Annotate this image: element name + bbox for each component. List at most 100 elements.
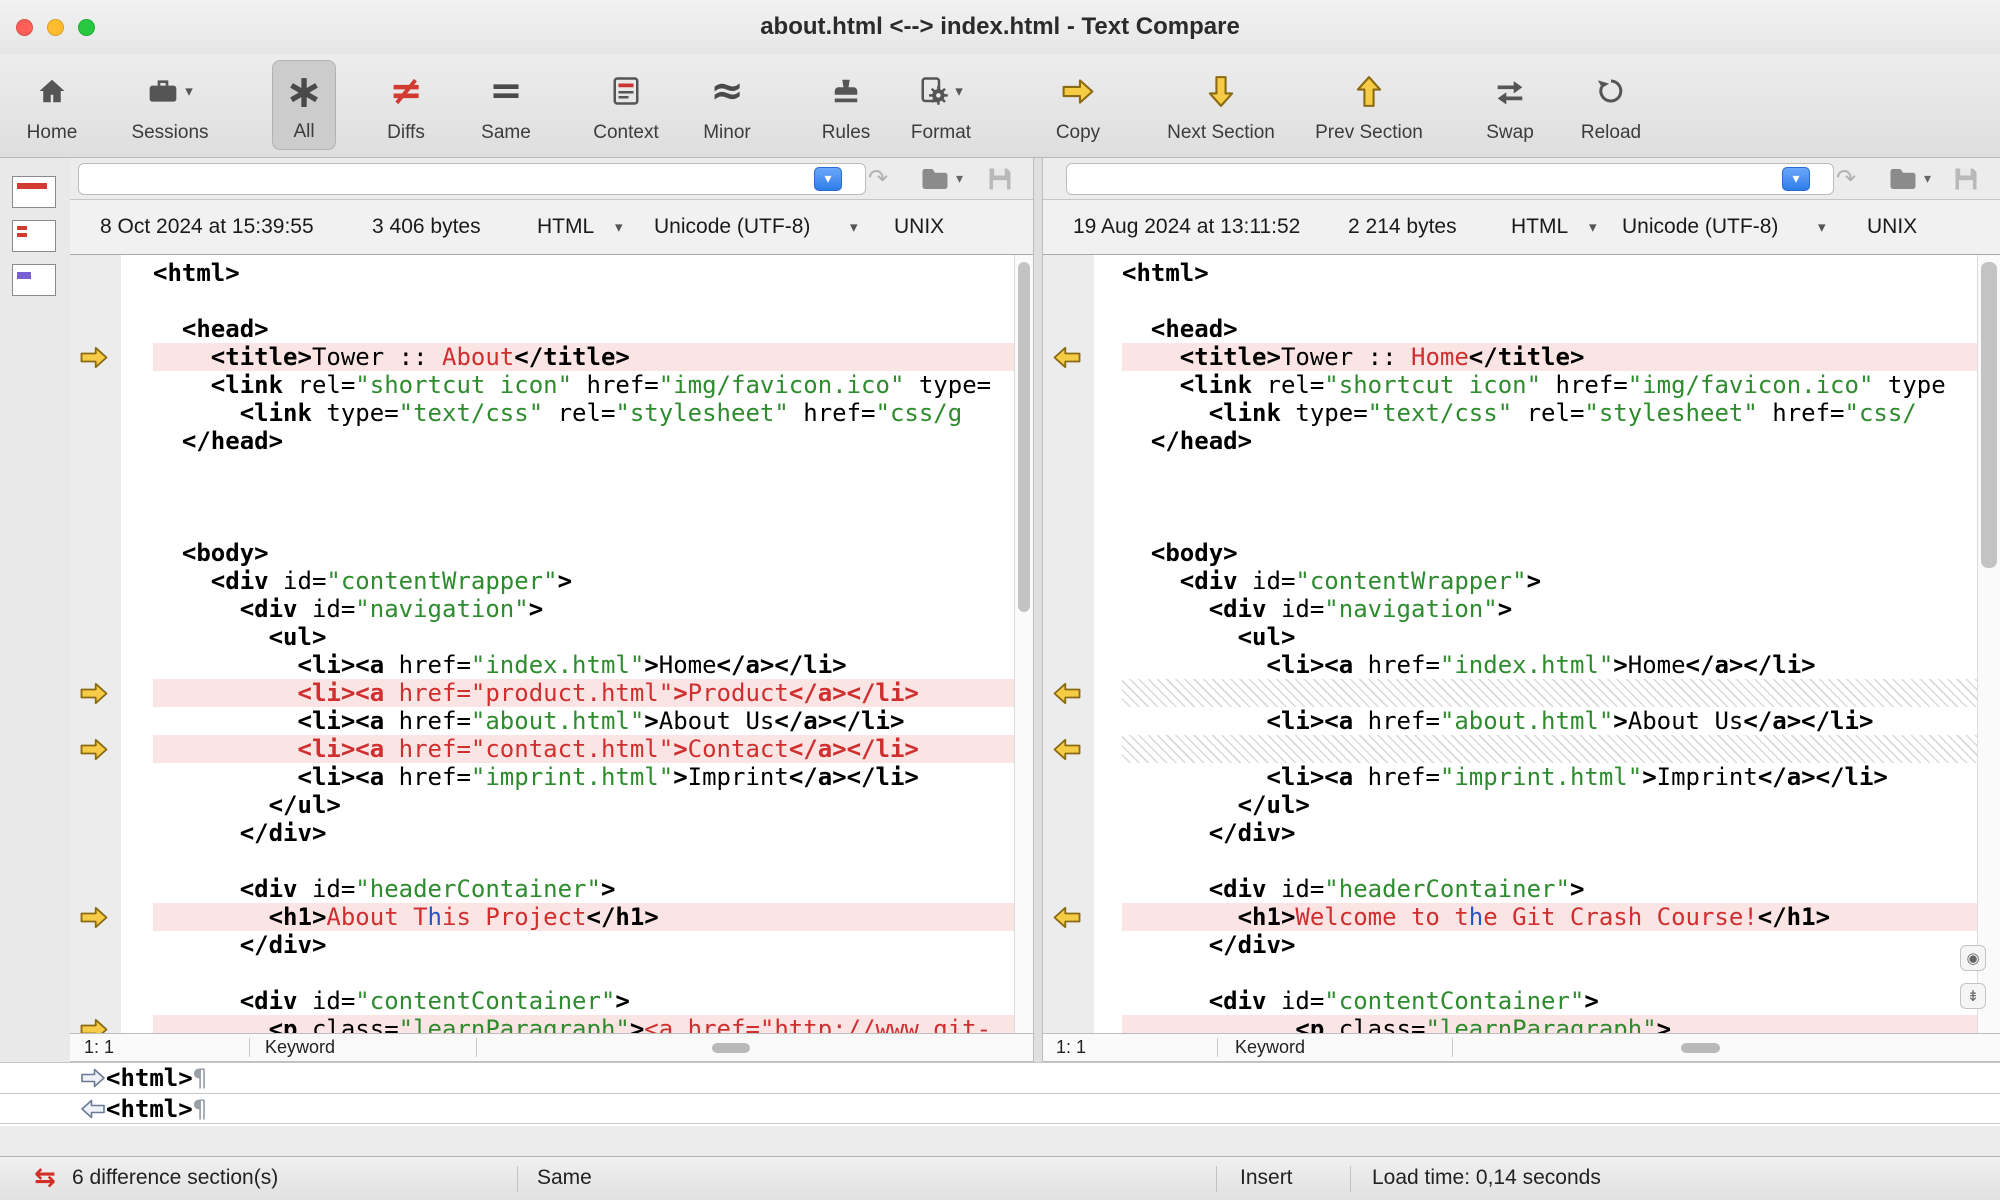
copy-section-right-arrow-icon[interactable] — [79, 737, 111, 761]
code-line[interactable] — [1122, 287, 1977, 315]
code-line[interactable] — [153, 847, 1014, 875]
code-line[interactable] — [1122, 483, 1977, 511]
left-horizontal-scrollbar-thumb[interactable] — [712, 1043, 750, 1053]
code-line[interactable] — [153, 287, 1014, 315]
code-line[interactable]: </ul> — [153, 791, 1014, 819]
code-line[interactable]: <body> — [153, 539, 1014, 567]
code-line[interactable] — [1122, 847, 1977, 875]
chevron-down-icon[interactable]: ▾ — [185, 84, 193, 99]
toolbar-button-copy[interactable]: Copy — [1016, 60, 1140, 150]
right-open-folder-icon[interactable] — [1888, 166, 1918, 192]
code-line[interactable]: <head> — [153, 315, 1014, 343]
left-mode-label[interactable]: Keyword — [265, 1034, 335, 1061]
copy-section-left-arrow-icon[interactable] — [1052, 737, 1084, 761]
code-line[interactable]: </div> — [153, 819, 1014, 847]
missing-lines-placeholder[interactable] — [1122, 679, 1977, 707]
code-line[interactable]: </ul> — [1122, 791, 1977, 819]
copy-section-right-arrow-icon[interactable] — [79, 681, 111, 705]
left-file-path-input[interactable]: /Users/brunobrito/Sites/carparts-website… — [78, 163, 866, 195]
code-line[interactable]: </head> — [153, 427, 1014, 455]
left-format-select[interactable]: HTML — [537, 200, 594, 254]
code-line[interactable]: <li><a href="product.html">Product</a></… — [153, 679, 1014, 707]
left-vertical-scrollbar-thumb[interactable] — [1018, 262, 1030, 612]
toolbar-button-format[interactable]: ▾Format — [879, 60, 1003, 150]
code-line[interactable]: <li><a href="about.html">About Us</a></l… — [1122, 707, 1977, 735]
toolbar-button-home[interactable]: Home — [0, 60, 114, 150]
right-encoding-select[interactable]: Unicode (UTF-8) — [1622, 200, 1778, 254]
jump-down-button[interactable]: ⇟ — [1960, 983, 1986, 1009]
right-file-path-input[interactable]: /Users/brunobrito/Sites/carparts-website… — [1066, 163, 1834, 195]
code-line[interactable]: <div id="navigation"> — [153, 595, 1014, 623]
locate-position-button[interactable]: ◉ — [1960, 945, 1986, 971]
right-vertical-scrollbar[interactable] — [1977, 255, 2000, 1033]
code-line[interactable] — [1122, 511, 1977, 539]
code-line[interactable]: <div id="headerContainer"> — [153, 875, 1014, 903]
code-line[interactable] — [153, 959, 1014, 987]
code-line[interactable]: <li><a href="imprint.html">Imprint</a></… — [153, 763, 1014, 791]
code-line[interactable]: <div id="contentContainer"> — [1122, 987, 1977, 1015]
code-line[interactable]: <html> — [153, 259, 1014, 287]
code-line[interactable]: </div> — [1122, 931, 1977, 959]
right-mode-label[interactable]: Keyword — [1235, 1034, 1305, 1061]
minimize-button[interactable] — [47, 19, 64, 36]
code-line[interactable]: <ul> — [153, 623, 1014, 651]
code-line[interactable]: <div id="contentContainer"> — [153, 987, 1014, 1015]
code-line[interactable]: <div id="navigation"> — [1122, 595, 1977, 623]
right-path-dropdown-button[interactable]: ▾ — [1782, 167, 1810, 191]
code-line[interactable]: <li><a href="index.html">Home</a></li> — [1122, 651, 1977, 679]
code-line[interactable]: <li><a href="index.html">Home</a></li> — [153, 651, 1014, 679]
pane-divider[interactable] — [1033, 158, 1043, 1062]
code-line[interactable]: <li><a href="contact.html">Contact</a></… — [153, 735, 1014, 763]
left-redo-arrow-icon[interactable]: ↷ — [868, 166, 888, 190]
left-save-icon[interactable] — [986, 165, 1014, 193]
right-code-area[interactable]: <html> <head> <title>Tower :: Home</titl… — [1094, 255, 1977, 1033]
section-detail-row-right[interactable]: <html>¶ — [0, 1093, 2000, 1124]
left-code-area[interactable]: <html> <head> <title>Tower :: About</tit… — [121, 255, 1014, 1033]
toolbar-button-same[interactable]: =Same — [444, 60, 568, 150]
right-redo-arrow-icon[interactable]: ↷ — [1836, 166, 1856, 190]
code-line[interactable]: <h1>About This Project</h1> — [153, 903, 1014, 931]
chevron-down-icon[interactable]: ▾ — [955, 84, 963, 99]
section-detail-row-left[interactable]: <html>¶ — [0, 1062, 2000, 1093]
code-line[interactable]: <link type="text/css" rel="stylesheet" h… — [1122, 399, 1977, 427]
code-line[interactable] — [1122, 959, 1977, 987]
code-line[interactable]: <link rel="shortcut icon" href="img/favi… — [153, 371, 1014, 399]
code-line[interactable]: <p class="learnParagraph"><a href="http:… — [153, 1015, 1014, 1033]
toolbar-button-next-section[interactable]: Next Section — [1159, 60, 1283, 150]
code-line[interactable]: <body> — [1122, 539, 1977, 567]
code-line[interactable] — [153, 483, 1014, 511]
overview-page-2-thumbnail[interactable] — [12, 220, 56, 252]
right-encoding-chevron-icon[interactable]: ▾ — [1818, 200, 1826, 254]
code-line[interactable]: <html> — [1122, 259, 1977, 287]
code-line[interactable]: <p class="learnParagraph"> — [1122, 1015, 1977, 1033]
code-line[interactable]: <link type="text/css" rel="stylesheet" h… — [153, 399, 1014, 427]
right-horizontal-scrollbar-thumb[interactable] — [1681, 1043, 1720, 1053]
toolbar-button-sessions[interactable]: ▾Sessions — [108, 60, 232, 150]
toolbar-button-reload[interactable]: Reload — [1549, 60, 1673, 150]
right-vertical-scrollbar-thumb[interactable] — [1981, 262, 1997, 568]
code-line[interactable]: <h1>Welcome to the Git Crash Course!</h1… — [1122, 903, 1977, 931]
code-line[interactable]: <title>Tower :: Home</title> — [1122, 343, 1977, 371]
left-format-chevron-icon[interactable]: ▾ — [615, 200, 623, 254]
copy-section-left-arrow-icon[interactable] — [1052, 681, 1084, 705]
toolbar-button-minor[interactable]: ≈Minor — [665, 60, 789, 150]
toolbar-button-all[interactable]: ∗All — [272, 60, 336, 150]
copy-section-right-arrow-icon[interactable] — [79, 905, 111, 929]
left-encoding-select[interactable]: Unicode (UTF-8) — [654, 200, 810, 254]
missing-lines-placeholder[interactable] — [1122, 735, 1977, 763]
left-path-dropdown-button[interactable]: ▾ — [814, 167, 842, 191]
overview-page-1-thumbnail[interactable] — [12, 176, 56, 208]
code-line[interactable]: <ul> — [1122, 623, 1977, 651]
left-folder-chevron-icon[interactable]: ▾ — [956, 172, 963, 186]
right-save-icon[interactable] — [1952, 165, 1980, 193]
code-line[interactable]: </head> — [1122, 427, 1977, 455]
close-button[interactable] — [16, 19, 33, 36]
code-line[interactable]: <div id="contentWrapper"> — [153, 567, 1014, 595]
code-line[interactable]: <div id="headerContainer"> — [1122, 875, 1977, 903]
code-line[interactable]: <title>Tower :: About</title> — [153, 343, 1014, 371]
copy-section-left-arrow-icon[interactable] — [1052, 905, 1084, 929]
code-line[interactable] — [1122, 455, 1977, 483]
right-format-select[interactable]: HTML — [1511, 200, 1568, 254]
code-line[interactable]: </div> — [1122, 819, 1977, 847]
code-line[interactable]: <div id="contentWrapper"> — [1122, 567, 1977, 595]
